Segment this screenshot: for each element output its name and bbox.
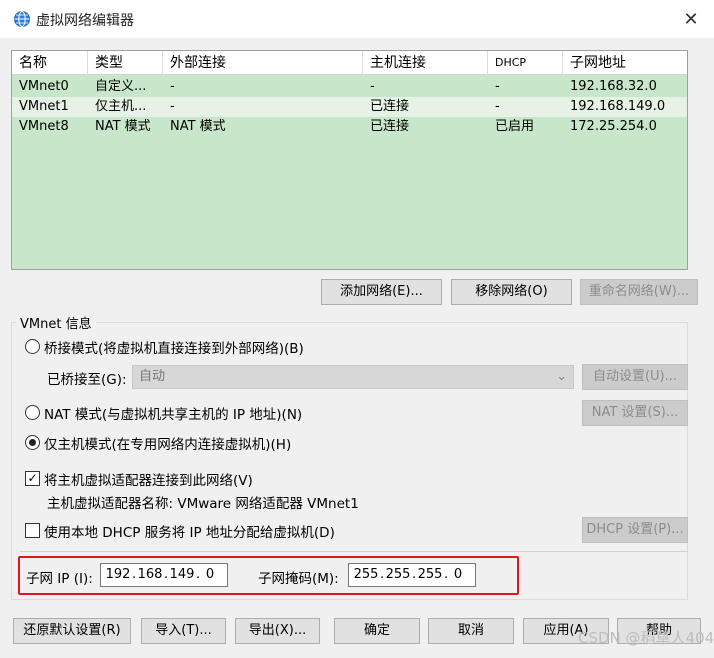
cell-subnet: 192.168.32.0: [570, 79, 657, 94]
cell-subnet: 172.25.254.0: [570, 119, 657, 134]
cancel-button[interactable]: 取消: [428, 618, 514, 644]
cell-type: 仅主机...: [95, 99, 147, 114]
cell-external: -: [170, 79, 175, 94]
cell-type: NAT 模式: [95, 119, 151, 134]
bridged-to-value: 自动: [139, 369, 166, 384]
connect-adapter-label[interactable]: 将主机虚拟适配器连接到此网络(V): [44, 469, 253, 489]
cell-external: -: [170, 99, 175, 114]
column-header-dhcp[interactable]: DHCP: [488, 51, 563, 75]
mask-octet: 0: [453, 567, 463, 582]
ip-octet: 168: [137, 567, 163, 582]
ip-octet: 0: [205, 567, 215, 582]
bridged-mode-label[interactable]: 桥接模式(将虚拟机直接连接到外部网络)(B): [44, 337, 304, 357]
watermark: CSDN @稻草人404: [578, 629, 714, 647]
list-header: 名称 类型 外部连接 主机连接 DHCP 子网地址: [12, 51, 687, 75]
cell-host: 已连接: [370, 99, 410, 114]
subnet-mask-input[interactable]: 255 . 255 . 255 . 0: [348, 563, 476, 587]
export-button[interactable]: 导出(X)...: [235, 618, 320, 644]
subnet-ip-input[interactable]: 192 . 168 . 149 . 0: [100, 563, 228, 587]
ip-octet: 192: [105, 567, 131, 582]
cell-name: VMnet8: [19, 119, 69, 134]
close-button[interactable]: ✕: [672, 3, 710, 35]
cell-name: VMnet0: [19, 79, 69, 94]
connect-adapter-checkbox[interactable]: ✓: [25, 471, 40, 486]
close-icon: ✕: [683, 8, 699, 30]
cell-dhcp: 已启用: [495, 119, 535, 134]
nat-settings-button[interactable]: NAT 设置(S)...: [582, 400, 688, 426]
column-header-subnet[interactable]: 子网地址: [563, 51, 687, 75]
checkmark-icon: ✓: [27, 471, 38, 485]
bridged-to-select[interactable]: 自动 ⌄: [132, 365, 574, 389]
rename-network-button[interactable]: 重命名网络(W)...: [580, 279, 698, 305]
ok-button[interactable]: 确定: [334, 618, 420, 644]
table-row[interactable]: VMnet8 NAT 模式 NAT 模式 已连接 已启用 172.25.254.…: [12, 117, 687, 137]
bridged-to-label: 已桥接至(G):: [47, 372, 127, 388]
import-button[interactable]: 导入(T)...: [141, 618, 226, 644]
network-list[interactable]: 名称 类型 外部连接 主机连接 DHCP 子网地址 VMnet0 自定义... …: [11, 50, 688, 270]
add-network-button[interactable]: 添加网络(E)...: [321, 279, 442, 305]
window-title: 虚拟网络编辑器: [36, 13, 134, 29]
subnet-mask-label: 子网掩码(M):: [258, 571, 339, 587]
bridged-mode-radio[interactable]: [25, 339, 40, 354]
auto-settings-button[interactable]: 自动设置(U)...: [582, 364, 688, 390]
cell-dhcp: -: [495, 79, 500, 94]
divider: [20, 551, 688, 552]
network-globe-icon: [14, 11, 30, 27]
group-title: VMnet 信息: [16, 313, 96, 332]
cell-host: 已连接: [370, 119, 410, 134]
cell-name: VMnet1: [19, 99, 69, 114]
mask-octet: 255: [385, 567, 411, 582]
host-only-mode-label[interactable]: 仅主机模式(在专用网络内连接虚拟机)(H): [44, 433, 291, 453]
column-header-name[interactable]: 名称: [12, 51, 88, 75]
mask-octet: 255: [417, 567, 443, 582]
dhcp-checkbox[interactable]: [25, 523, 40, 538]
cell-external: NAT 模式: [170, 119, 226, 134]
ip-octet: 149: [169, 567, 195, 582]
restore-defaults-button[interactable]: 还原默认设置(R): [13, 618, 131, 644]
mask-octet: 255: [353, 567, 379, 582]
cell-subnet: 192.168.149.0: [570, 99, 666, 114]
remove-network-button[interactable]: 移除网络(O): [451, 279, 572, 305]
column-header-external[interactable]: 外部连接: [163, 51, 363, 75]
column-header-type[interactable]: 类型: [88, 51, 163, 75]
cell-host: -: [370, 79, 375, 94]
host-only-mode-radio[interactable]: [25, 435, 40, 450]
nat-mode-radio[interactable]: [25, 405, 40, 420]
chevron-down-icon: ⌄: [556, 369, 567, 384]
column-header-host[interactable]: 主机连接: [363, 51, 488, 75]
table-row[interactable]: VMnet1 仅主机... - 已连接 - 192.168.149.0: [12, 97, 687, 117]
cell-type: 自定义...: [95, 79, 147, 94]
table-row[interactable]: VMnet0 自定义... - - - 192.168.32.0: [12, 77, 687, 97]
dhcp-label[interactable]: 使用本地 DHCP 服务将 IP 地址分配给虚拟机(D): [44, 521, 335, 541]
nat-mode-label[interactable]: NAT 模式(与虚拟机共享主机的 IP 地址)(N): [44, 403, 302, 423]
subnet-ip-label: 子网 IP (I):: [26, 571, 93, 587]
cell-dhcp: -: [495, 99, 500, 114]
adapter-name-label: 主机虚拟适配器名称: VMware 网络适配器 VMnet1: [47, 496, 359, 512]
dhcp-settings-button[interactable]: DHCP 设置(P)...: [582, 517, 688, 543]
